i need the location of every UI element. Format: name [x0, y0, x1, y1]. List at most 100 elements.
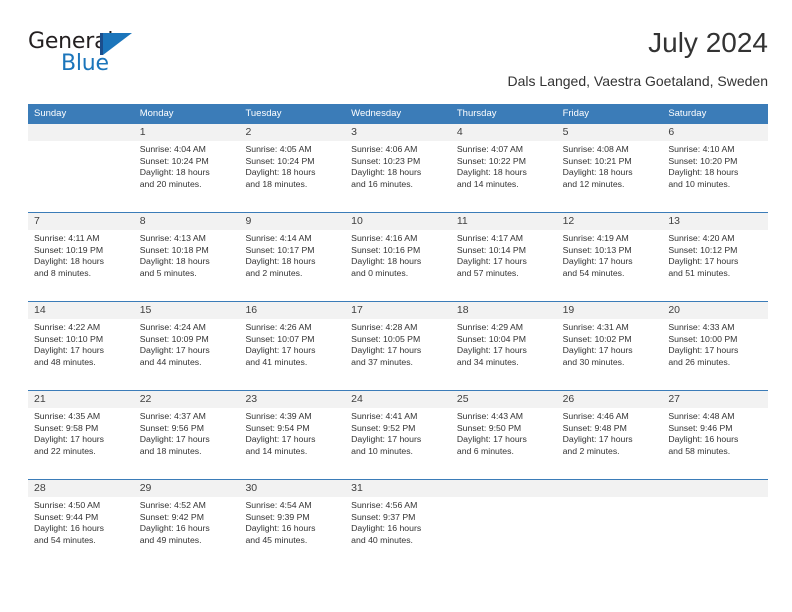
- day-info-line: and 51 minutes.: [668, 267, 731, 278]
- day-cell[interactable]: 17 Sunrise: 4:28 AM Sunset: 10:05 PM Daylig…: [345, 302, 451, 390]
- day-cell[interactable]: 4 Sunrise: 4:07 AM Sunset: 10:22 PM Dayligh…: [450, 124, 557, 212]
- day-info-line: Sunrise: 4:56 AM: [351, 500, 418, 510]
- day-cell[interactable]: 5 Sunrise: 4:08 AM Sunset: 10:21 PM Dayligh…: [556, 124, 663, 212]
- day-info-line: Sunset: 10:21 PM: [562, 155, 632, 166]
- day-cell[interactable]: 30 Sunrise: 4:54 AM Sunset: 9:39 PM Dayligh…: [239, 480, 346, 568]
- day-number: 30: [245, 482, 258, 494]
- day-info-line: Sunrise: 4:54 AM: [245, 500, 312, 510]
- day-details: Sunrise: 4:41 AM Sunset: 9:52 PM Daylight:…: [345, 408, 451, 479]
- day-info-line: Daylight: 17 hours: [456, 256, 527, 267]
- calendar-week-row: 21 Sunrise: 4:35 AM Sunset: 9:58 PM Dayligh…: [28, 391, 769, 480]
- day-details: Sunrise: 4:14 AM Sunset: 10:17 PM Daylight…: [239, 230, 345, 301]
- weekday-header-friday: Friday: [562, 108, 589, 119]
- day-info-line: Sunrise: 4:37 AM: [139, 411, 206, 421]
- day-cell[interactable]: 24 Sunrise: 4:41 AM Sunset: 9:52 PM Dayligh…: [345, 391, 451, 479]
- day-details: Sunrise: 4:46 AM Sunset: 9:48 PM Daylight:…: [557, 408, 663, 479]
- day-cell[interactable]: 11 Sunrise: 4:17 AM Sunset: 10:14 PM Daylig…: [450, 213, 557, 301]
- day-number-strip: 20: [662, 302, 769, 319]
- day-info-line: Sunrise: 4:35 AM: [34, 411, 101, 421]
- day-info-line: Sunrise: 4:43 AM: [456, 411, 524, 421]
- day-info-line: Daylight: 17 hours: [456, 345, 527, 356]
- day-details: Sunrise: 4:39 AM Sunset: 9:54 PM Daylight:…: [239, 408, 345, 479]
- day-number: 14: [34, 304, 46, 316]
- day-cell[interactable]: 21 Sunrise: 4:35 AM Sunset: 9:58 PM Dayligh…: [28, 391, 134, 479]
- day-cell-empty: [662, 480, 769, 568]
- day-cell[interactable]: 23 Sunrise: 4:39 AM Sunset: 9:54 PM Dayligh…: [239, 391, 346, 479]
- day-cell[interactable]: 6 Sunrise: 4:10 AM Sunset: 10:20 PM Dayligh…: [662, 124, 769, 212]
- day-info-line: Daylight: 18 hours: [562, 167, 633, 178]
- day-number-strip: 11: [450, 213, 557, 230]
- day-info-line: Sunrise: 4:11 AM: [34, 233, 100, 243]
- day-cell-empty: [450, 480, 557, 568]
- day-cell[interactable]: 27 Sunrise: 4:48 AM Sunset: 9:46 PM Dayligh…: [662, 391, 769, 479]
- day-info-line: Sunset: 10:14 PM: [456, 244, 526, 255]
- day-cell[interactable]: 20 Sunrise: 4:33 AM Sunset: 10:00 PM Daylig…: [662, 302, 769, 390]
- day-number-strip: 4: [450, 124, 557, 141]
- day-info-line: Sunrise: 4:05 AM: [245, 144, 312, 154]
- day-info-line: and 18 minutes.: [139, 445, 202, 456]
- day-cell[interactable]: 15 Sunrise: 4:24 AM Sunset: 10:09 PM Daylig…: [133, 302, 240, 390]
- day-cell-empty: [28, 124, 134, 212]
- day-info-line: Sunrise: 4:39 AM: [245, 411, 312, 421]
- day-info-line: and 2 minutes.: [245, 267, 303, 278]
- day-cell[interactable]: 10 Sunrise: 4:16 AM Sunset: 10:16 PM Daylig…: [345, 213, 451, 301]
- day-cell[interactable]: 31 Sunrise: 4:56 AM Sunset: 9:37 PM Dayligh…: [345, 480, 451, 568]
- day-info-line: Sunrise: 4:17 AM: [456, 233, 524, 243]
- day-number: 24: [351, 393, 363, 405]
- day-info-line: Daylight: 16 hours: [351, 523, 422, 534]
- day-details: Sunrise: 4:26 AM Sunset: 10:07 PM Daylight…: [239, 319, 345, 390]
- day-info-line: Sunrise: 4:20 AM: [668, 233, 735, 243]
- day-number: 28: [34, 482, 46, 494]
- day-number-strip: [662, 480, 769, 497]
- day-number: 21: [34, 393, 46, 405]
- weekday-header-monday: Monday: [139, 108, 174, 119]
- day-info-line: Sunrise: 4:22 AM: [34, 322, 101, 332]
- day-cell[interactable]: 19 Sunrise: 4:31 AM Sunset: 10:02 PM Daylig…: [556, 302, 663, 390]
- day-cell[interactable]: 13 Sunrise: 4:20 AM Sunset: 10:12 PM Daylig…: [662, 213, 769, 301]
- day-details: Sunrise: 4:08 AM Sunset: 10:21 PM Daylight…: [557, 141, 663, 212]
- day-cell[interactable]: 7 Sunrise: 4:11 AM Sunset: 10:19 PM Dayligh…: [28, 213, 134, 301]
- weekday-header-row: Sunday Monday Tuesday Wednesday Thursday Frid…: [28, 104, 768, 124]
- day-cell[interactable]: 16 Sunrise: 4:26 AM Sunset: 10:07 PM Daylig…: [239, 302, 346, 390]
- day-info-line: Sunset: 10:22 PM: [456, 155, 526, 166]
- day-cell[interactable]: 9 Sunrise: 4:14 AM Sunset: 10:17 PM Dayligh…: [239, 213, 346, 301]
- day-info-line: Sunrise: 4:24 AM: [139, 322, 206, 332]
- day-info-line: Sunrise: 4:33 AM: [668, 322, 735, 332]
- day-info-line: Daylight: 18 hours: [351, 256, 422, 267]
- day-info-line: Sunrise: 4:41 AM: [351, 411, 418, 421]
- day-info-line: Daylight: 17 hours: [34, 345, 105, 356]
- day-number: 7: [34, 215, 40, 227]
- day-cell[interactable]: 25 Sunrise: 4:43 AM Sunset: 9:50 PM Dayligh…: [450, 391, 557, 479]
- day-cell[interactable]: 22 Sunrise: 4:37 AM Sunset: 9:56 PM Dayligh…: [133, 391, 240, 479]
- day-number: 4: [456, 126, 463, 138]
- day-cell[interactable]: 18 Sunrise: 4:29 AM Sunset: 10:04 PM Daylig…: [450, 302, 557, 390]
- day-info-line: Sunset: 9:42 PM: [139, 511, 204, 522]
- brand-logo[interactable]: General Blue: [28, 30, 158, 86]
- day-number: 16: [245, 304, 258, 316]
- day-cell[interactable]: 14 Sunrise: 4:22 AM Sunset: 10:10 PM Daylig…: [28, 302, 134, 390]
- day-info-line: Sunrise: 4:13 AM: [139, 233, 206, 243]
- day-number-strip: 14: [28, 302, 134, 319]
- day-details: Sunrise: 4:28 AM Sunset: 10:05 PM Daylight…: [345, 319, 451, 390]
- day-details: Sunrise: 4:19 AM Sunset: 10:13 PM Daylight…: [557, 230, 663, 301]
- day-cell[interactable]: 28 Sunrise: 4:50 AM Sunset: 9:44 PM Dayligh…: [28, 480, 134, 568]
- day-cell[interactable]: 12 Sunrise: 4:19 AM Sunset: 10:13 PM Daylig…: [556, 213, 663, 301]
- day-cell[interactable]: 8 Sunrise: 4:13 AM Sunset: 10:18 PM Dayligh…: [133, 213, 240, 301]
- day-cell[interactable]: 3 Sunrise: 4:06 AM Sunset: 10:23 PM Dayligh…: [345, 124, 451, 212]
- calendar-grid: Sunday Monday Tuesday Wednesday Thursday Frid…: [28, 104, 769, 568]
- day-number-strip: 17: [345, 302, 451, 319]
- day-cell[interactable]: 2 Sunrise: 4:05 AM Sunset: 10:24 PM Dayligh…: [239, 124, 346, 212]
- day-cell[interactable]: 1 Sunrise: 4:04 AM Sunset: 10:24 PM Dayligh…: [133, 124, 240, 212]
- day-info-line: Sunset: 9:50 PM: [456, 422, 522, 433]
- day-info-line: Sunset: 10:24 PM: [245, 155, 315, 166]
- day-number: 8: [139, 215, 146, 227]
- day-info-line: and 34 minutes.: [456, 356, 519, 367]
- day-cell[interactable]: 26 Sunrise: 4:46 AM Sunset: 9:48 PM Dayligh…: [556, 391, 663, 479]
- day-details: Sunrise: 4:04 AM Sunset: 10:24 PM Daylight…: [134, 141, 240, 212]
- day-number: 1: [139, 126, 146, 138]
- day-cell[interactable]: 29 Sunrise: 4:52 AM Sunset: 9:42 PM Dayligh…: [133, 480, 240, 568]
- day-details: Sunrise: 4:37 AM Sunset: 9:56 PM Daylight:…: [134, 408, 240, 479]
- day-details: Sunrise: 4:43 AM Sunset: 9:50 PM Daylight:…: [451, 408, 557, 479]
- day-details: Sunrise: 4:33 AM Sunset: 10:00 PM Daylight…: [662, 319, 768, 390]
- day-info-line: and 10 minutes.: [351, 445, 413, 456]
